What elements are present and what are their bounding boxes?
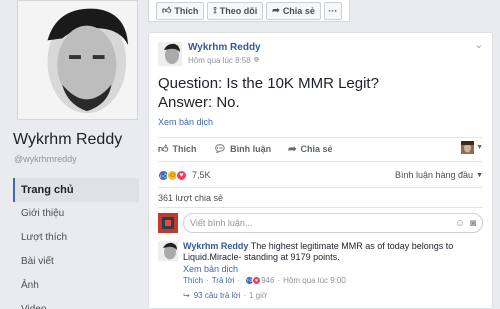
like-button[interactable]: 👍︎ Thích: [158, 143, 196, 155]
acting-as-avatar: [461, 141, 475, 154]
see-translation-link[interactable]: Xem bản dịch: [158, 117, 213, 127]
more-icon: ···: [328, 5, 338, 16]
thumbs-up-icon: 👍︎: [162, 5, 172, 15]
nav-item-posts[interactable]: Bài viết: [13, 250, 139, 274]
divider: [158, 161, 483, 162]
post-content: Question: Is the 10K MMR Legit? Answer: …: [158, 74, 478, 112]
share-count[interactable]: 361 lượt chia sẻ: [158, 193, 223, 203]
page-name[interactable]: Wykrhm Reddy: [13, 131, 122, 149]
nav-item-home[interactable]: Trang chủ: [13, 178, 139, 202]
divider: [158, 187, 483, 188]
divider: [158, 207, 483, 208]
emoji-icon[interactable]: ☺: [455, 218, 465, 229]
share-page-label: Chia sẻ: [282, 5, 315, 16]
comment-sort-dropdown[interactable]: Bình luận hàng đầu ▼: [395, 170, 483, 180]
nav-item-about[interactable]: Giới thiệu: [13, 202, 139, 226]
follow-page-button[interactable]: ⟟ Theo dõi: [207, 1, 264, 20]
share-button[interactable]: ➦ Chia sẻ: [288, 144, 332, 155]
view-replies-link[interactable]: ↪ 93 câu trả lời · 1 giờ: [183, 291, 267, 300]
page-nav: Trang chủ Giới thiệu Lượt thích Bài viết…: [13, 178, 139, 309]
comment-bubble-icon: 💬︎: [213, 143, 227, 155]
comment-button[interactable]: 💬︎ Bình luận: [213, 144, 271, 155]
profile-picture[interactable]: [17, 0, 138, 120]
nav-item-photos[interactable]: Ảnh: [13, 274, 139, 298]
comment-reactions[interactable]: 👍︎ ♥: [245, 276, 262, 285]
interact-as-selector[interactable]: ▼: [461, 141, 483, 154]
follow-page-label: Theo dõi: [219, 5, 258, 16]
share-arrow-icon: ➦: [272, 5, 280, 15]
replies-time: 1 giờ: [248, 291, 268, 300]
post-text-line1: Question: Is the 10K MMR Legit?: [158, 75, 379, 92]
profile-photo-image: [18, 1, 137, 119]
globe-icon: 🌐︎: [253, 56, 260, 64]
comment-meta: Thích · Trả lời · 👍︎ ♥ 946 · Hôm qua lúc…: [183, 276, 346, 285]
post-author-avatar[interactable]: [158, 42, 182, 66]
comment-input[interactable]: Viết bình luận... ☺ ◙: [183, 213, 483, 233]
post-timestamp[interactable]: Hôm qua lúc 8:58 🌐︎: [188, 56, 259, 65]
nav-item-likes[interactable]: Lượt thích: [13, 226, 139, 250]
comment-placeholder: Viết bình luận...: [190, 218, 253, 228]
replies-count: 93 câu trả lời: [193, 291, 241, 300]
comment-like-link[interactable]: Thích: [183, 276, 203, 285]
post-author-name[interactable]: Wykrhm Reddy: [188, 42, 261, 53]
comment-author-name[interactable]: Wykrhm Reddy: [183, 241, 248, 251]
page-action-bar: 👍︎ Thích ⟟ Theo dõi ➦ Chia sẻ ···: [148, 0, 350, 22]
caret-down-icon: ▼: [476, 144, 483, 151]
post-text-line2: Answer: No.: [158, 94, 240, 111]
camera-icon[interactable]: ◙: [470, 218, 476, 229]
comment-input-icons: ☺ ◙: [450, 218, 476, 229]
comment-composer: Viết bình luận... ☺ ◙: [158, 212, 483, 234]
left-column: Wykrhm Reddy @wykrhmreddy Trang chủ Giới…: [0, 0, 148, 309]
comment-reaction-count[interactable]: 946: [261, 276, 274, 285]
rss-icon: ⟟: [213, 5, 217, 15]
post-card: Wykrhm Reddy Hôm qua lúc 8:58 🌐︎ ⌄ Quest…: [148, 32, 493, 309]
post-actions: 👍︎ Thích 💬︎ Bình luận ➦ Chia sẻ: [158, 138, 483, 160]
reactions-summary: 👍︎ ☺ ♥ 7,5K Bình luận hàng đầu ▼: [158, 167, 483, 183]
nav-item-videos[interactable]: Video: [13, 298, 139, 309]
reply-arrow-icon: ↪: [183, 291, 190, 300]
share-page-button[interactable]: ➦ Chia sẻ: [266, 1, 321, 20]
post-time-text: Hôm qua lúc 8:58: [188, 56, 251, 65]
thumbs-up-icon: 👍︎: [158, 144, 169, 155]
viewer-avatar: [158, 213, 178, 233]
comment-body: Wykrhm Reddy The highest legitimate MMR …: [183, 241, 483, 263]
reaction-icons[interactable]: 👍︎ ☺ ♥: [158, 169, 187, 181]
love-reaction-icon: ♥: [176, 169, 187, 181]
more-options-button[interactable]: ···: [323, 1, 342, 20]
share-arrow-icon: ➦: [288, 143, 297, 155]
like-page-button[interactable]: 👍︎ Thích: [156, 1, 205, 20]
comment-sort-label: Bình luận hàng đầu: [394, 170, 474, 180]
comment-reply-link[interactable]: Trả lời: [212, 276, 235, 285]
reaction-count[interactable]: 7,5K: [192, 170, 211, 180]
like-page-label: Thích: [174, 5, 199, 16]
share-label: Chia sẻ: [300, 144, 333, 154]
avatar-image: [158, 42, 182, 66]
comment-label: Bình luận: [230, 144, 272, 154]
like-label: Thích: [172, 144, 197, 154]
comment-author-avatar[interactable]: [158, 241, 178, 261]
chevron-down-icon[interactable]: ⌄: [475, 40, 483, 51]
caret-down-icon: ▼: [476, 171, 483, 179]
comment-see-translation-link[interactable]: Xem bản dịch: [183, 264, 238, 274]
page-handle[interactable]: @wykrhmreddy: [14, 154, 77, 164]
comment-time[interactable]: Hôm qua lúc 9:00: [283, 276, 346, 285]
love-reaction-icon: ♥: [252, 276, 262, 285]
